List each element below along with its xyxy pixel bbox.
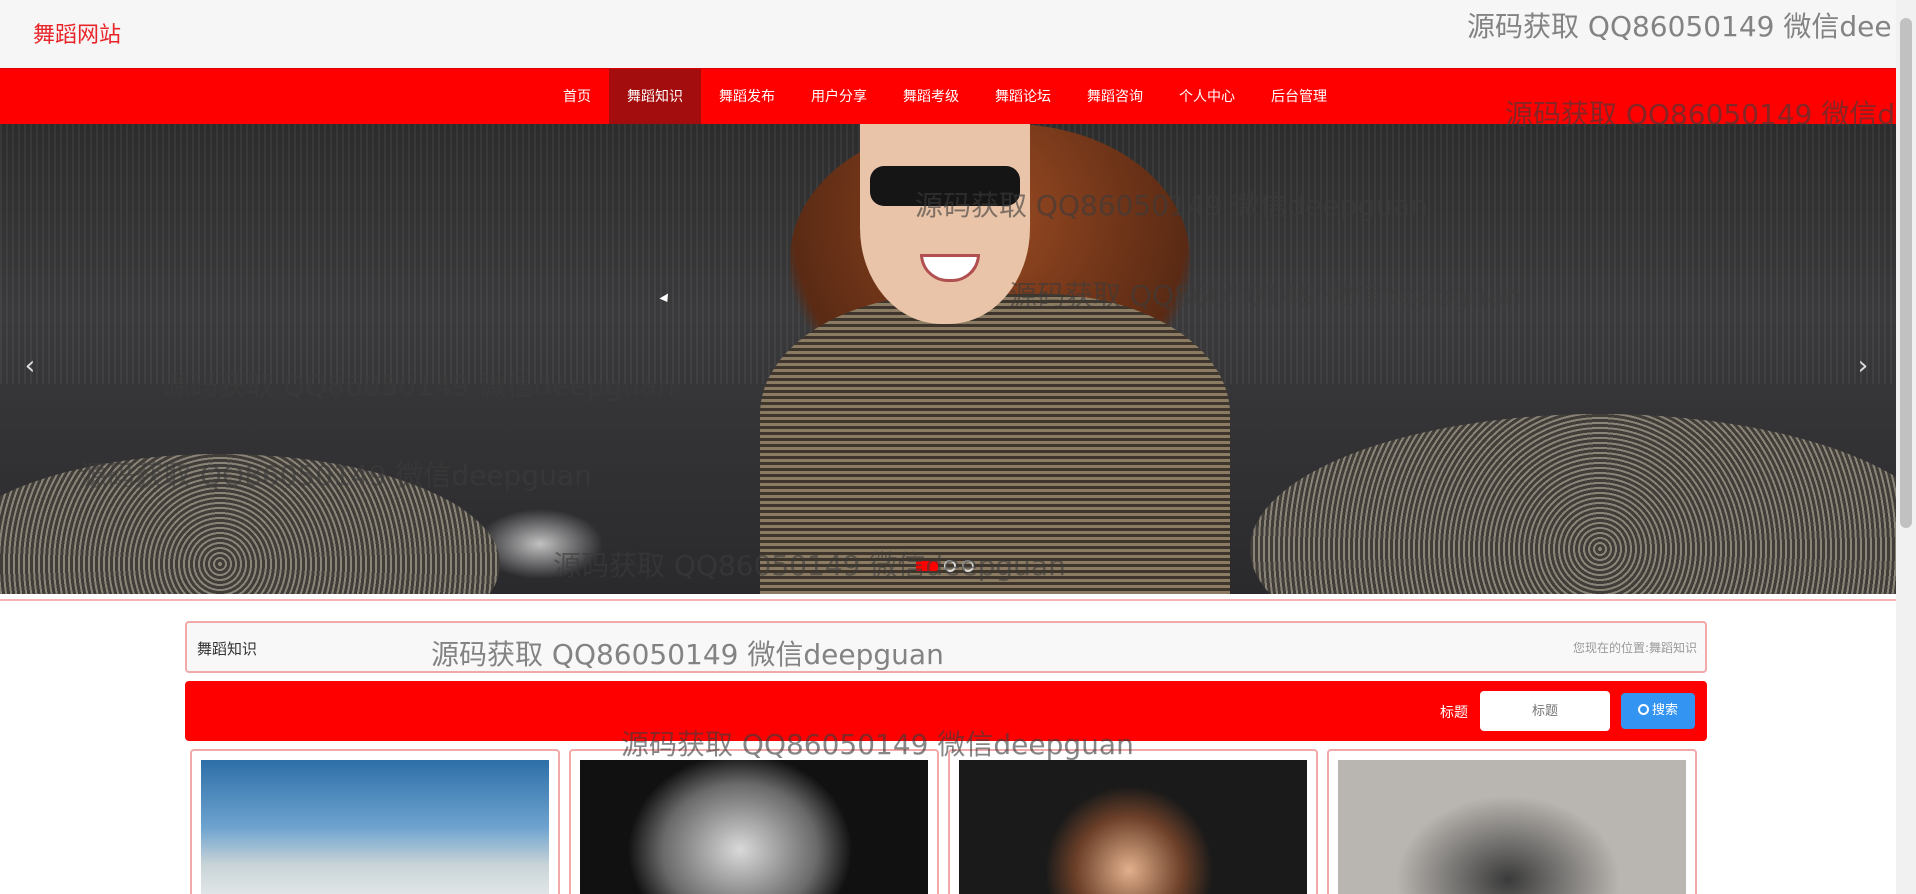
list-item[interactable] — [190, 749, 560, 894]
list-item[interactable] — [948, 749, 1318, 894]
carousel-indicators — [916, 560, 974, 572]
carousel-prev-icon[interactable]: ‹ — [10, 346, 50, 386]
section-divider — [0, 599, 1896, 601]
top-header: 舞蹈网站 — [0, 0, 1896, 68]
nav-item-dance-knowledge[interactable]: 舞蹈知识 — [609, 69, 701, 125]
search-icon — [1637, 704, 1649, 715]
carousel-next-icon[interactable]: › — [1843, 346, 1883, 386]
banner-carousel[interactable]: ‹ › — [0, 124, 1896, 594]
card-image-couple-guitar[interactable] — [1338, 760, 1686, 894]
cymbal-left — [0, 454, 500, 594]
carousel-dot-2[interactable] — [944, 560, 956, 572]
breadcrumb-position-label: 您现在的位置: — [1572, 641, 1649, 655]
nav-item-dance-consult[interactable]: 舞蹈咨询 — [1069, 69, 1161, 125]
search-input[interactable] — [1480, 691, 1610, 731]
carousel-dot-1[interactable] — [916, 561, 938, 571]
page: 舞蹈网站 首页 舞蹈知识 舞蹈发布 用户分享 舞蹈考级 舞蹈论坛 舞蹈咨询 个人… — [0, 0, 1916, 894]
cymbal-right — [1250, 414, 1896, 594]
site-title[interactable]: 舞蹈网站 — [33, 17, 121, 49]
main-nav: 首页 舞蹈知识 舞蹈发布 用户分享 舞蹈考级 舞蹈论坛 舞蹈咨询 个人中心 后台… — [0, 68, 1896, 125]
nav-item-user-share[interactable]: 用户分享 — [793, 69, 885, 125]
search-label: 标题 — [1440, 705, 1468, 721]
banner-figure-body — [760, 294, 1230, 594]
breadcrumb-position-value[interactable]: 舞蹈知识 — [1649, 639, 1697, 656]
nav-item-dance-forum[interactable]: 舞蹈论坛 — [977, 69, 1069, 125]
nav-item-admin[interactable]: 后台管理 — [1253, 69, 1345, 125]
nav-item-dance-publish[interactable]: 舞蹈发布 — [701, 69, 793, 125]
search-button[interactable]: 搜索 — [1621, 693, 1695, 729]
knowledge-card-list — [190, 749, 1702, 894]
banner-figure-sunglasses — [870, 166, 1020, 206]
page-scrollbar[interactable] — [1896, 0, 1916, 894]
breadcrumb-position: 您现在的位置: 舞蹈知识 — [1573, 639, 1697, 656]
list-item[interactable] — [569, 749, 939, 894]
banner-figure-face — [860, 124, 1030, 324]
card-image-artist-portrait[interactable] — [580, 760, 928, 894]
nav-list: 首页 舞蹈知识 舞蹈发布 用户分享 舞蹈考级 舞蹈论坛 舞蹈咨询 个人中心 后台… — [545, 69, 1345, 125]
page-title: 舞蹈知识 — [197, 640, 258, 658]
nav-item-personal-center[interactable]: 个人中心 — [1161, 69, 1253, 125]
scrollbar-thumb[interactable] — [1900, 18, 1912, 528]
card-image-artist-portrait[interactable] — [959, 760, 1307, 894]
nav-item-dance-grading[interactable]: 舞蹈考级 — [885, 69, 977, 125]
list-item[interactable] — [1327, 749, 1697, 894]
nav-item-home[interactable]: 首页 — [545, 69, 609, 125]
carousel-dot-3[interactable] — [962, 560, 974, 572]
card-image-mayday-poster[interactable] — [201, 760, 549, 894]
breadcrumb: 舞蹈知识 您现在的位置: 舞蹈知识 — [185, 621, 1707, 673]
search-button-label: 搜索 — [1651, 703, 1678, 718]
search-bar: 标题 搜索 — [185, 681, 1707, 741]
